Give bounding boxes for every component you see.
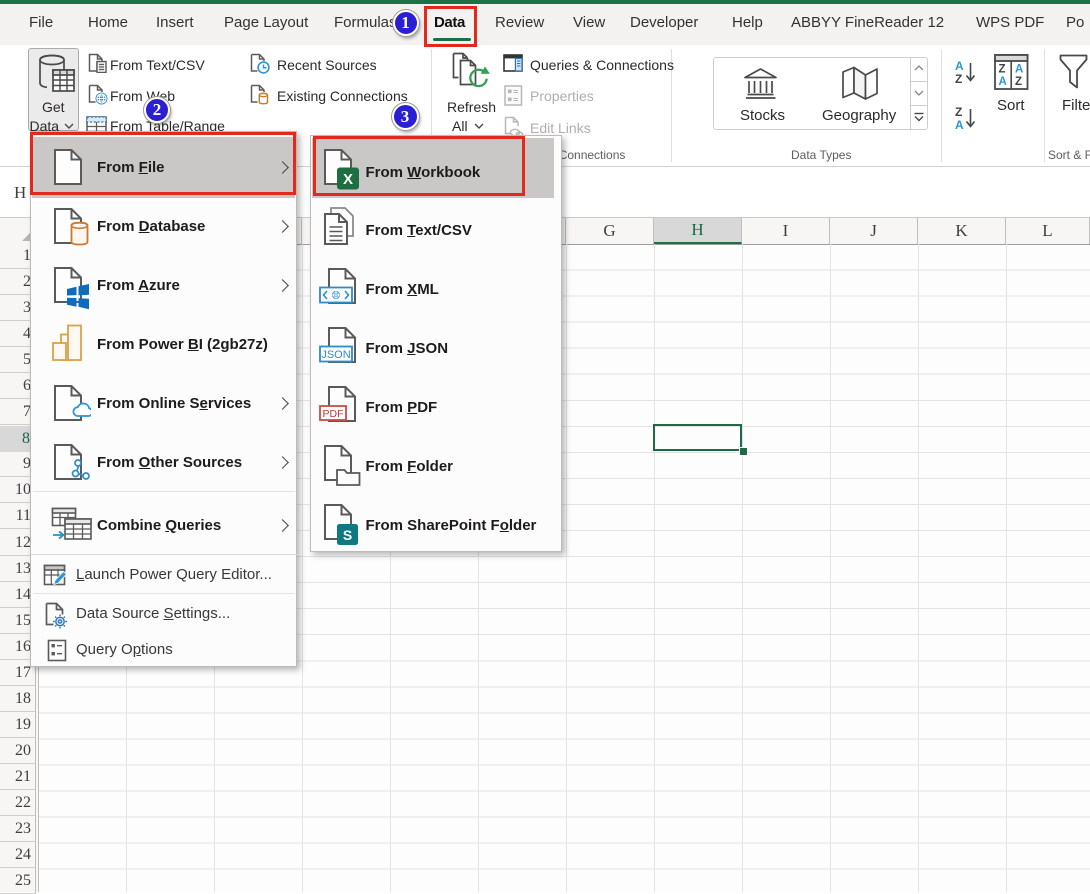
svg-text:Z: Z — [999, 64, 1006, 76]
svg-text:A: A — [1015, 64, 1023, 76]
svg-text:S: S — [342, 527, 351, 543]
svg-text:JSON: JSON — [321, 349, 350, 361]
svg-text:Z: Z — [955, 72, 962, 85]
svg-text:A: A — [999, 76, 1007, 88]
svg-text:A: A — [955, 118, 964, 131]
svg-text:Z: Z — [1015, 76, 1022, 88]
svg-text:PDF: PDF — [322, 408, 343, 420]
